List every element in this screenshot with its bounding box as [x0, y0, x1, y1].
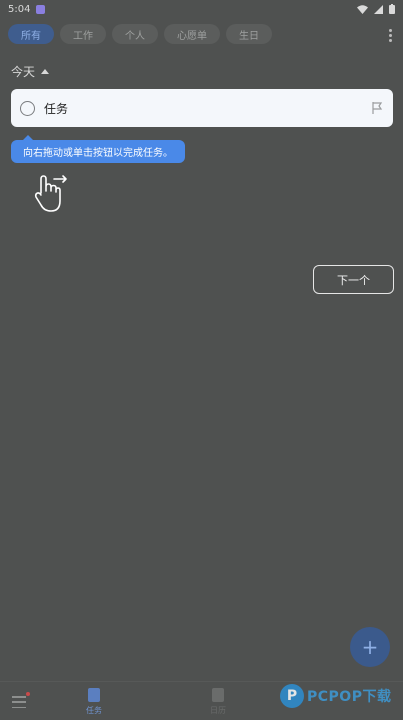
section-title: 今天: [11, 65, 36, 79]
next-button[interactable]: 下一个: [313, 265, 394, 294]
nav-tasks-label: 任务: [86, 706, 102, 715]
tab-birthday[interactable]: 生日: [226, 24, 272, 44]
menu-icon[interactable]: [12, 692, 30, 708]
status-time: 5:04: [8, 3, 31, 15]
tutorial-tooltip: 向右拖动或单击按钮以完成任务。: [11, 135, 185, 163]
section-today[interactable]: 今天: [11, 63, 50, 80]
category-tabs: 所有 工作 个人 心愿单 生日: [8, 24, 272, 46]
tab-all[interactable]: 所有: [8, 24, 54, 44]
app-notification-icon: [36, 4, 46, 14]
task-complete-checkbox[interactable]: [20, 100, 35, 116]
watermark-logo: P: [280, 684, 304, 708]
tab-work[interactable]: 工作: [60, 24, 106, 44]
more-options-icon[interactable]: [385, 26, 395, 44]
tasks-icon: [88, 688, 100, 702]
flag-icon[interactable]: [370, 101, 384, 115]
watermark-text: PCPOP下载: [307, 689, 392, 705]
add-task-button[interactable]: +: [350, 627, 390, 667]
notification-dot: [26, 692, 30, 696]
wifi-icon: [357, 4, 368, 14]
tab-personal[interactable]: 个人: [112, 24, 158, 44]
calendar-icon: [212, 688, 224, 702]
status-bar: 5:04: [0, 0, 403, 18]
watermark: P PCPOP下载: [280, 684, 391, 708]
collapse-caret-icon: [41, 69, 50, 74]
task-title: 任务: [44, 101, 69, 116]
swipe-hand-icon: [34, 175, 67, 212]
signal-icon: [374, 4, 383, 14]
status-icons: [357, 4, 395, 14]
task-item[interactable]: 任务: [11, 89, 393, 127]
nav-calendar-label: 日历: [210, 706, 226, 715]
nav-calendar[interactable]: 日历: [198, 688, 238, 716]
tab-wishlist[interactable]: 心愿单: [164, 24, 220, 44]
nav-tasks[interactable]: 任务: [74, 688, 114, 716]
battery-icon: [389, 4, 395, 14]
